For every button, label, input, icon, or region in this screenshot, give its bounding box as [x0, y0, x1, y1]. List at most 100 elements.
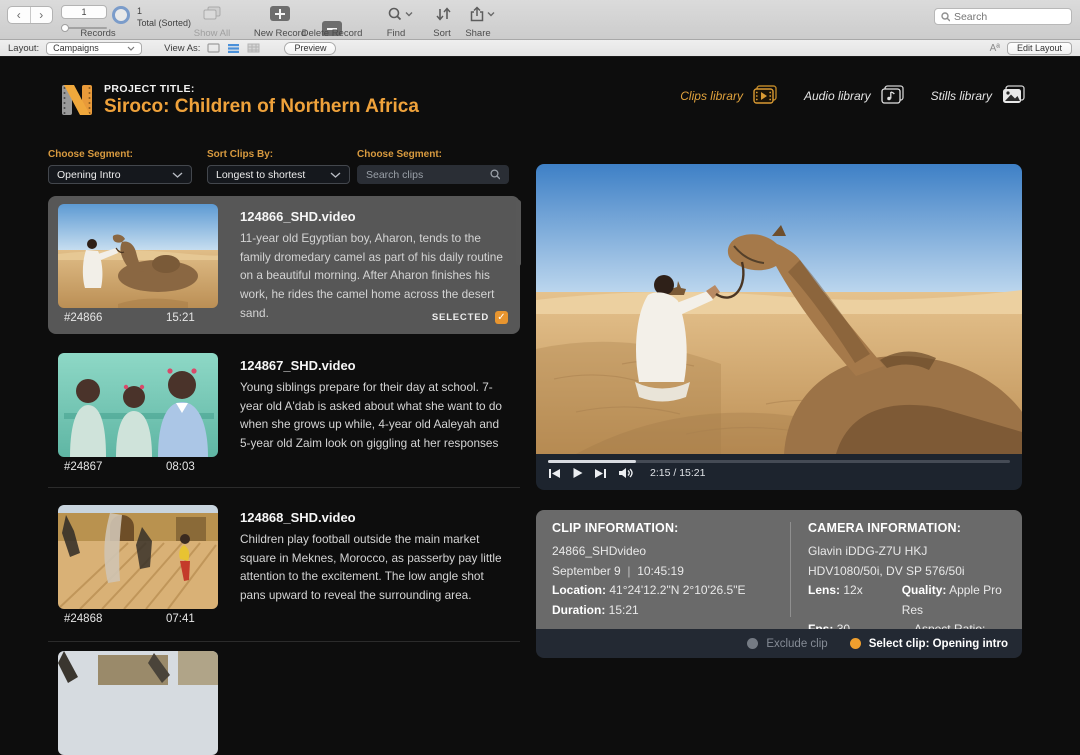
clip-thumbnail[interactable]: [58, 353, 218, 457]
delete-record-button[interactable]: Delete Record: [297, 28, 367, 39]
card-divider: [48, 641, 520, 642]
info-divider: [790, 522, 791, 617]
found-set-pie-icon[interactable]: [112, 6, 130, 24]
segment-dropdown-value: Opening Intro: [57, 169, 121, 181]
search-icon: [490, 169, 500, 180]
clips-library-link[interactable]: Clips library: [680, 85, 778, 106]
stills-library-link[interactable]: Stills library: [931, 85, 1026, 106]
video-player[interactable]: 2:15 / 15:21: [536, 164, 1022, 490]
clip-status-bar: Exclude clip Select clip: Opening intro: [536, 629, 1022, 658]
clip-description: 11-year old Egyptian boy, Aharon, tends …: [240, 229, 508, 322]
layout-bar: Layout: Campaigns View As: Preview Aª Ed…: [0, 40, 1080, 57]
previous-clip-button[interactable]: [548, 468, 561, 479]
show-all-button[interactable]: Show All: [186, 28, 238, 39]
page-title: Siroco: Children of Northern Africa: [104, 96, 419, 118]
total-count: 1: [137, 6, 191, 18]
clip-thumbnail[interactable]: [58, 651, 218, 755]
clip-search-field[interactable]: [357, 165, 509, 184]
view-form-icon[interactable]: [207, 43, 220, 53]
next-clip-button[interactable]: [594, 468, 607, 479]
exclude-clip-label: Exclude clip: [766, 638, 827, 650]
select-clip-prefix: Select clip:: [869, 638, 930, 650]
clip-id: #24866: [64, 312, 102, 324]
info-panel: CLIP INFORMATION: 24866_SHDvideo Septemb…: [536, 510, 1022, 658]
current-record-field[interactable]: 1: [61, 5, 107, 19]
clip-id: #24868: [64, 613, 102, 625]
clip-list-scrollbar[interactable]: [516, 200, 521, 266]
camera-info-heading: CAMERA INFORMATION:: [808, 521, 1012, 535]
select-clip-value: Opening intro: [933, 638, 1008, 650]
segment-dropdown[interactable]: Opening Intro: [48, 165, 192, 184]
clip-information: CLIP INFORMATION: 24866_SHDvideo Septemb…: [552, 521, 782, 620]
share-button[interactable]: Share: [456, 28, 500, 39]
camera-format: HDV1080/50i, DV SP 576/50i: [808, 562, 1012, 582]
preview-button[interactable]: Preview: [284, 42, 336, 55]
select-clip-option[interactable]: Select clip: Opening intro: [850, 638, 1008, 650]
edit-layout-button[interactable]: Edit Layout: [1007, 42, 1072, 55]
clip-description: Young siblings prepare for their day at …: [240, 378, 508, 453]
location-value: 41°24'12.2"N 2°10'26.5"E: [609, 583, 745, 597]
chevron-down-icon: [127, 46, 135, 51]
view-as-label: View As:: [164, 43, 200, 54]
clip-card[interactable]: 124866_SHD.video 11-year old Egyptian bo…: [48, 196, 520, 334]
exclude-radio-icon[interactable]: [747, 638, 758, 649]
duration-label: Duration:: [552, 603, 605, 617]
clip-info-location: Location: 41°24'12.2"N 2°10'26.5"E: [552, 581, 782, 601]
clip-title: 124867_SHD.video: [240, 358, 508, 373]
clip-thumbnail[interactable]: [58, 204, 218, 308]
sort-icon[interactable]: [436, 7, 452, 21]
audio-library-icon: [880, 85, 905, 106]
clip-info-filename: 24866_SHDvideo: [552, 542, 782, 562]
selected-checkbox[interactable]: ✓: [495, 311, 508, 324]
layout-dropdown[interactable]: Campaigns: [46, 42, 142, 55]
clips-library-icon: [752, 85, 778, 106]
clip-search-input[interactable]: [366, 169, 490, 181]
sort-clips-dropdown[interactable]: Longest to shortest: [207, 165, 350, 184]
chevron-down-icon: [172, 172, 183, 178]
segment-label: Choose Segment:: [48, 149, 192, 160]
search-icon: [941, 12, 950, 22]
find-button[interactable]: Find: [376, 28, 416, 39]
selected-label: SELECTED: [432, 312, 489, 323]
lens-value: 12x: [843, 583, 862, 597]
clip-thumbnail[interactable]: [58, 505, 218, 609]
library-nav: Clips library Audio library Stills libra…: [680, 85, 1026, 106]
sort-clips-dropdown-value: Longest to shortest: [216, 169, 305, 181]
clip-card[interactable]: 124868_SHD.video Children play football …: [48, 497, 520, 635]
clip-title: 124868_SHD.video: [240, 510, 508, 525]
layout-dropdown-value: Campaigns: [53, 43, 99, 53]
previous-record-button[interactable]: ‹: [8, 7, 31, 23]
records-group-label: Records: [58, 28, 138, 39]
lens-label: Lens:: [808, 583, 840, 597]
toolbar-search[interactable]: [934, 8, 1072, 25]
camera-lens-quality-row: Lens: 12x Quality: Apple Pro Res: [808, 581, 1012, 620]
playback-time: 2:15 / 15:21: [650, 467, 705, 479]
clip-info-duration: Duration: 15:21: [552, 601, 782, 621]
card-divider: [48, 487, 520, 488]
next-record-button[interactable]: ›: [31, 7, 53, 23]
view-list-icon[interactable]: [227, 43, 240, 53]
clip-duration: 15:21: [166, 312, 195, 324]
search-input[interactable]: [954, 11, 1065, 23]
video-preview-frame[interactable]: [536, 164, 1022, 454]
share-icon[interactable]: [468, 6, 496, 23]
clip-card[interactable]: 124867_SHD.video Young siblings prepare …: [48, 345, 520, 483]
text-formatting-icon[interactable]: Aª: [990, 43, 1000, 54]
exclude-clip-option[interactable]: Exclude clip: [747, 638, 827, 650]
audio-library-label: Audio library: [804, 89, 871, 103]
audio-library-link[interactable]: Audio library: [804, 85, 905, 106]
clip-card[interactable]: [48, 651, 520, 676]
play-button[interactable]: [572, 467, 583, 479]
show-all-icon[interactable]: [203, 6, 221, 21]
stills-library-icon: [1001, 85, 1026, 106]
player-progress-bar[interactable]: [548, 460, 1010, 463]
chevron-down-icon: [330, 172, 341, 178]
view-table-icon[interactable]: [247, 43, 260, 53]
find-icon[interactable]: [386, 6, 414, 22]
volume-icon[interactable]: [618, 467, 633, 479]
clip-id: #24867: [64, 461, 102, 473]
new-record-icon[interactable]: [270, 6, 290, 21]
selected-indicator: SELECTED ✓: [432, 311, 508, 324]
select-radio-icon[interactable]: [850, 638, 861, 649]
clip-info-datetime: September 9 | 10:45:19: [552, 562, 782, 582]
